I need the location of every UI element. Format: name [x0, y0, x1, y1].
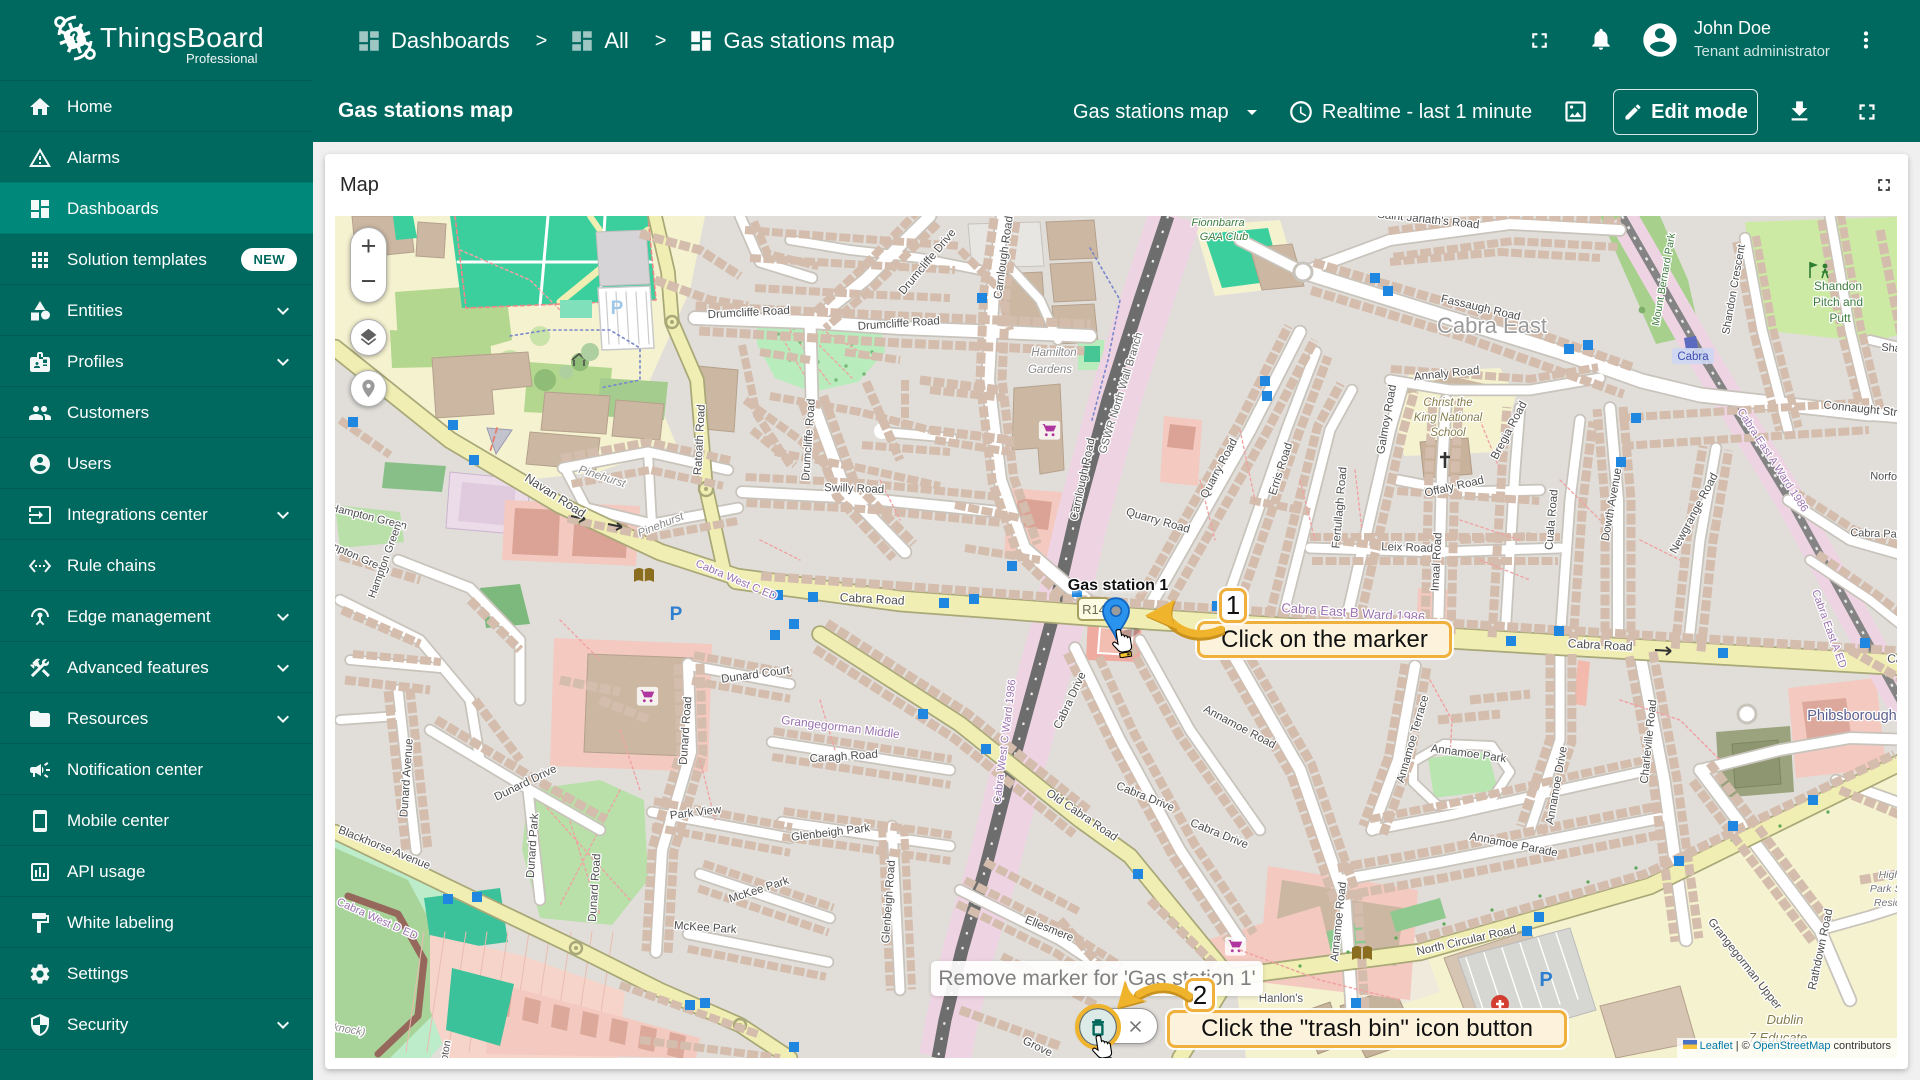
svg-text:Swilly Road: Swilly Road: [824, 482, 884, 496]
svg-text:P: P: [670, 604, 683, 625]
svg-text:Norfolk R: Norfolk R: [1870, 470, 1897, 484]
svg-text:Park Stu: Park Stu: [1870, 883, 1897, 895]
svg-text:P: P: [1539, 969, 1552, 991]
svg-text:Leix Road: Leix Road: [1381, 541, 1433, 555]
svg-text:Cabr: Cabr: [1887, 651, 1897, 666]
svg-text:Dublin: Dublin: [1767, 1012, 1804, 1027]
svg-text:Resider: Resider: [1874, 897, 1897, 909]
svg-text:Putt: Putt: [1829, 311, 1851, 325]
svg-text:Fionnbarra: Fionnbarra: [1191, 217, 1244, 229]
svg-text:Highfi: Highfi: [1879, 869, 1897, 881]
svg-text:School: School: [1430, 427, 1466, 439]
svg-text:GAA Club: GAA Club: [1200, 231, 1249, 243]
svg-text:Cabra Park: Cabra Park: [1850, 527, 1897, 541]
svg-text:Phibsborough: Phibsborough: [1807, 708, 1897, 724]
svg-text:Cabra: Cabra: [1677, 351, 1709, 363]
svg-text:P: P: [611, 298, 624, 319]
svg-text:Hamilton: Hamilton: [1031, 347, 1076, 359]
svg-text:Hanlon's: Hanlon's: [1259, 993, 1304, 1005]
svg-text:Shandon: Shandon: [1814, 279, 1862, 293]
svg-text:Pitch and: Pitch and: [1813, 295, 1863, 309]
svg-text:Gardens: Gardens: [1028, 364, 1072, 376]
svg-text:King National: King National: [1414, 412, 1483, 424]
svg-text:Christ the: Christ the: [1423, 397, 1472, 409]
